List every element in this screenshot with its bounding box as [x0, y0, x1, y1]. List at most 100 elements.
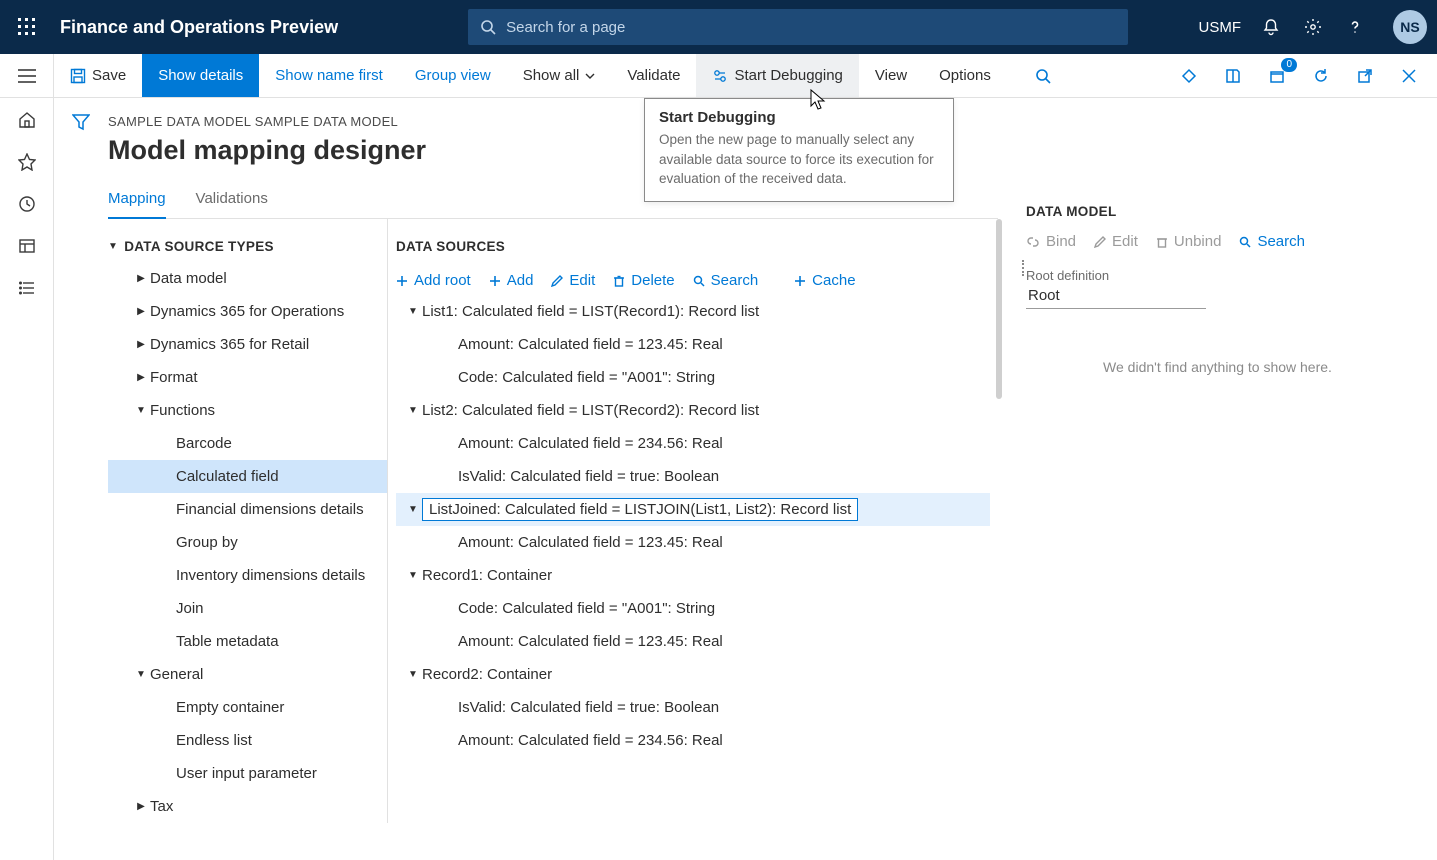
data-sources-toolbar: Add root Add Edit — [396, 272, 990, 289]
type-tree-item[interactable]: ▶Data model — [108, 262, 387, 295]
show-name-first-button[interactable]: Show name first — [259, 54, 399, 97]
data-source-row[interactable]: IsValid: Calculated field = true: Boolea… — [396, 460, 990, 493]
data-source-row[interactable]: IsValid: Calculated field = true: Boolea… — [396, 691, 990, 724]
show-all-label: Show all — [523, 67, 580, 84]
data-source-row[interactable]: Amount: Calculated field = 123.45: Real — [396, 328, 990, 361]
data-source-row[interactable]: Amount: Calculated field = 123.45: Real — [396, 526, 990, 559]
validate-button[interactable]: Validate — [611, 54, 696, 97]
start-debugging-tooltip: Start Debugging Open the new page to man… — [644, 98, 954, 202]
data-source-label: IsValid: Calculated field = true: Boolea… — [458, 468, 719, 485]
caret-down-icon: ▼ — [132, 405, 150, 416]
search-button[interactable]: Search — [693, 272, 759, 289]
type-tree-item[interactable]: Inventory dimensions details — [108, 559, 387, 592]
bind-button[interactable]: Bind — [1026, 233, 1076, 250]
search-input[interactable] — [506, 19, 1116, 36]
add-root-button[interactable]: Add root — [396, 272, 471, 289]
book-icon[interactable] — [1215, 54, 1251, 98]
clock-icon[interactable] — [15, 192, 39, 216]
save-button[interactable]: Save — [54, 54, 142, 97]
data-sources-header: DATA SOURCES — [396, 239, 990, 254]
data-source-row[interactable]: ▼ListJoined: Calculated field = LISTJOIN… — [396, 493, 990, 526]
data-source-label: Record2: Container — [422, 666, 552, 683]
notification-badge-icon[interactable] — [1259, 54, 1295, 98]
delete-button[interactable]: Delete — [613, 272, 674, 289]
type-tree-item[interactable]: Endless list — [108, 724, 387, 757]
search-dm-button[interactable]: Search — [1239, 233, 1305, 250]
type-tree-item[interactable]: Empty container — [108, 691, 387, 724]
tree-item-label: Calculated field — [176, 468, 279, 485]
caret-down-icon: ▼ — [132, 669, 150, 680]
company-label[interactable]: USMF — [1199, 15, 1242, 39]
type-tree-item[interactable]: ▶Format — [108, 361, 387, 394]
data-source-row[interactable]: ▼Record2: Container — [396, 658, 990, 691]
data-source-row[interactable]: ▼List2: Calculated field = LIST(Record2)… — [396, 394, 990, 427]
tab-mapping[interactable]: Mapping — [108, 190, 166, 219]
table-icon[interactable] — [15, 234, 39, 258]
type-tree-item[interactable]: Calculated field — [108, 460, 387, 493]
search-icon — [480, 19, 496, 35]
avatar[interactable]: NS — [1393, 10, 1427, 44]
data-source-row[interactable]: Code: Calculated field = "A001": String — [396, 361, 990, 394]
data-source-label: Amount: Calculated field = 123.45: Real — [458, 633, 723, 650]
data-source-row[interactable]: ▼List1: Calculated field = LIST(Record1)… — [396, 295, 990, 328]
data-source-row[interactable]: Code: Calculated field = "A001": String — [396, 592, 990, 625]
app-title: Finance and Operations Preview — [60, 17, 338, 38]
tree-item-label: Inventory dimensions details — [176, 567, 365, 584]
waffle-icon[interactable] — [0, 0, 54, 54]
cache-button[interactable]: Cache — [794, 272, 855, 289]
unbind-button[interactable]: Unbind — [1156, 233, 1222, 250]
data-source-label: List1: Calculated field = LIST(Record1):… — [422, 303, 759, 320]
tab-validations[interactable]: Validations — [196, 190, 268, 218]
edit-button[interactable]: Edit — [551, 272, 595, 289]
type-tree-item[interactable]: Group by — [108, 526, 387, 559]
tree-item-label: General — [150, 666, 203, 683]
data-source-row[interactable]: Amount: Calculated field = 123.45: Real — [396, 625, 990, 658]
splitter-handle[interactable] — [1022, 260, 1024, 276]
data-source-label: Amount: Calculated field = 123.45: Real — [458, 336, 723, 353]
home-icon[interactable] — [15, 108, 39, 132]
start-debugging-label: Start Debugging — [734, 67, 842, 84]
edit-dm-button[interactable]: Edit — [1094, 233, 1138, 250]
group-view-button[interactable]: Group view — [399, 54, 507, 97]
save-icon — [70, 68, 86, 84]
gear-icon[interactable] — [1301, 15, 1325, 39]
add-button[interactable]: Add — [489, 272, 534, 289]
list-icon[interactable] — [15, 276, 39, 300]
hamburger-icon[interactable] — [0, 54, 54, 97]
caret-down-icon[interactable]: ▼ — [108, 241, 118, 252]
data-source-row[interactable]: ▼Record1: Container — [396, 559, 990, 592]
bell-icon[interactable] — [1259, 15, 1283, 39]
type-tree-item[interactable]: User input parameter — [108, 757, 387, 790]
attach-icon[interactable] — [1171, 54, 1207, 98]
global-search[interactable] — [468, 9, 1128, 45]
type-tree-item[interactable]: Table metadata — [108, 625, 387, 658]
close-icon[interactable] — [1391, 54, 1427, 98]
type-tree-item[interactable]: ▼General — [108, 658, 387, 691]
data-model-header: DATA MODEL — [1026, 204, 1409, 219]
action-bar: Save Show details Show name first Group … — [0, 54, 1437, 98]
options-menu[interactable]: Options — [923, 54, 1007, 97]
type-tree-item[interactable]: Barcode — [108, 427, 387, 460]
start-debugging-button[interactable]: Start Debugging — [696, 54, 858, 97]
type-tree-item[interactable]: ▶Tax — [108, 790, 387, 823]
type-tree-item[interactable]: ▶Dynamics 365 for Operations — [108, 295, 387, 328]
refresh-icon[interactable] — [1303, 54, 1339, 98]
show-all-dropdown[interactable]: Show all — [507, 54, 612, 97]
tree-item-label: Dynamics 365 for Retail — [150, 336, 309, 353]
help-icon[interactable] — [1343, 15, 1367, 39]
show-details-button[interactable]: Show details — [142, 54, 259, 97]
caret-down-icon: ▼ — [404, 669, 422, 680]
popout-icon[interactable] — [1347, 54, 1383, 98]
caret-right-icon: ▶ — [132, 306, 150, 317]
star-icon[interactable] — [15, 150, 39, 174]
find-icon[interactable] — [1025, 54, 1061, 98]
data-source-row[interactable]: Amount: Calculated field = 234.56: Real — [396, 724, 990, 757]
data-source-row[interactable]: Amount: Calculated field = 234.56: Real — [396, 427, 990, 460]
type-tree-item[interactable]: ▶Dynamics 365 for Retail — [108, 328, 387, 361]
type-tree-item[interactable]: Financial dimensions details — [108, 493, 387, 526]
type-tree-item[interactable]: ▼Functions — [108, 394, 387, 427]
filter-icon[interactable] — [69, 110, 93, 134]
type-tree-item[interactable]: Join — [108, 592, 387, 625]
view-menu[interactable]: View — [859, 54, 923, 97]
root-definition-value[interactable]: Root — [1026, 283, 1206, 309]
